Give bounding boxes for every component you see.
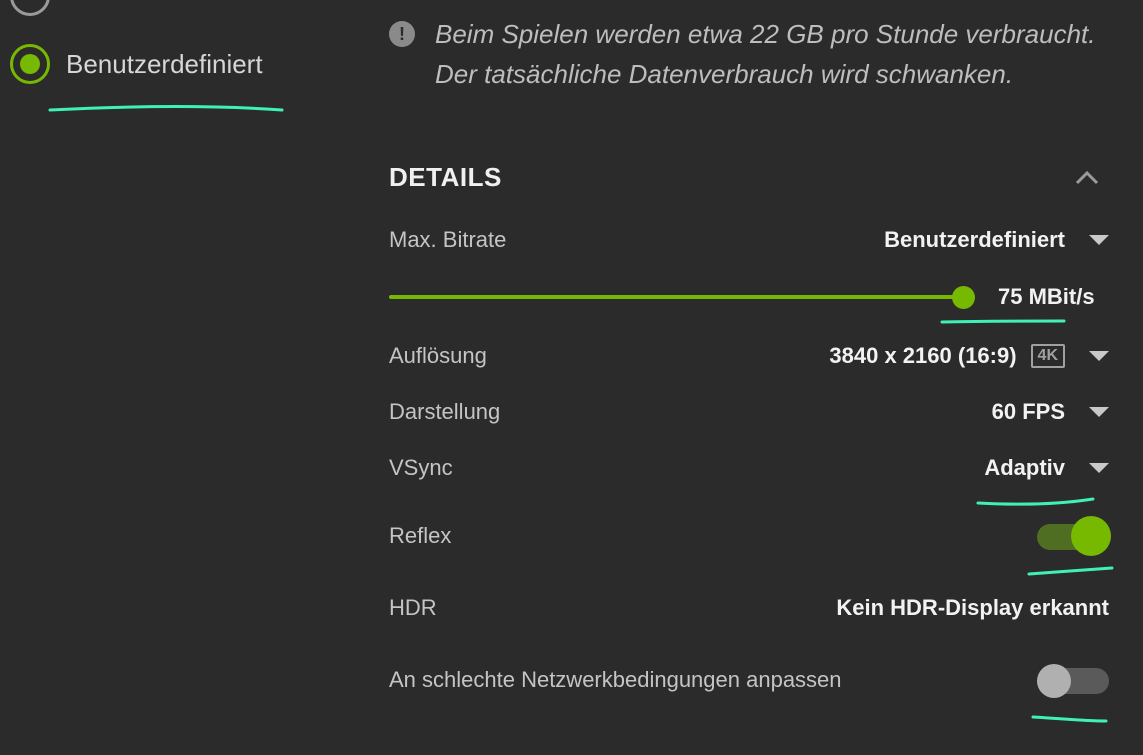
toggle-knob bbox=[1071, 516, 1111, 556]
max-bitrate-dropdown[interactable]: Benutzerdefiniert bbox=[884, 227, 1109, 253]
annotation-underline bbox=[940, 319, 1066, 324]
hdr-row: HDR Kein HDR-Display erkannt bbox=[389, 588, 1109, 628]
resolution-dropdown[interactable]: 3840 x 2160 (16:9) 4K bbox=[829, 343, 1109, 369]
data-usage-text: Beim Spielen werden etwa 22 GB pro Stund… bbox=[435, 19, 1096, 89]
resolution-value: 3840 x 2160 (16:9) bbox=[829, 343, 1017, 368]
slider-track[interactable] bbox=[389, 295, 964, 299]
annotation-underline bbox=[976, 497, 1095, 506]
radio-option-label: Benutzerdefiniert bbox=[66, 48, 263, 79]
radio-dot bbox=[20, 54, 40, 74]
resolution-row: Auflösung 3840 x 2160 (16:9) 4K bbox=[389, 336, 1109, 376]
toggle-knob bbox=[1037, 664, 1071, 698]
exclamation-icon: ! bbox=[389, 21, 415, 47]
annotation-underline bbox=[48, 105, 284, 112]
framerate-row: Darstellung 60 FPS bbox=[389, 392, 1109, 432]
reflex-toggle[interactable] bbox=[1037, 516, 1111, 556]
chevron-down-icon bbox=[1089, 463, 1109, 473]
max-bitrate-row: Max. Bitrate Benutzerdefiniert bbox=[389, 220, 1109, 260]
network-label: An schlechte Netzwerkbedingungen anpasse… bbox=[389, 667, 842, 692]
hdr-label: HDR bbox=[389, 595, 437, 620]
vsync-row: VSync Adaptiv bbox=[389, 448, 1109, 488]
vsync-label: VSync bbox=[389, 455, 453, 480]
data-usage-info: ! Beim Spielen werden etwa 22 GB pro Stu… bbox=[389, 14, 1109, 94]
quality-options-column: Benutzerdefiniert bbox=[0, 0, 360, 755]
section-title-details: DETAILS bbox=[389, 162, 502, 192]
max-bitrate-label: Max. Bitrate bbox=[389, 227, 507, 252]
chevron-down-icon bbox=[1089, 407, 1109, 417]
max-bitrate-value: Benutzerdefiniert bbox=[884, 227, 1065, 252]
framerate-label: Darstellung bbox=[389, 399, 501, 424]
network-row: An schlechte Netzwerkbedingungen anpasse… bbox=[389, 660, 1109, 700]
radio-button-checked[interactable] bbox=[10, 44, 50, 84]
radio-option-custom[interactable]: Benutzerdefiniert bbox=[10, 44, 263, 84]
slider-handle[interactable] bbox=[952, 286, 975, 309]
streaming-settings-page: Benutzerdefiniert ! Beim Spielen werden … bbox=[0, 0, 1143, 755]
hdr-status: Kein HDR-Display erkannt bbox=[836, 595, 1109, 620]
bitrate-slider[interactable]: 75 MBit/s bbox=[389, 277, 1109, 317]
chevron-up-icon[interactable] bbox=[1075, 170, 1099, 186]
annotation-underline bbox=[1031, 715, 1108, 723]
network-toggle[interactable] bbox=[1037, 664, 1109, 698]
chevron-down-icon bbox=[1089, 351, 1109, 361]
chevron-down-icon bbox=[1089, 235, 1109, 245]
vsync-value: Adaptiv bbox=[984, 455, 1065, 480]
reflex-row: Reflex bbox=[389, 516, 1111, 556]
4k-badge: 4K bbox=[1030, 344, 1065, 368]
reflex-label: Reflex bbox=[389, 523, 452, 548]
radio-option-above-unchecked[interactable] bbox=[10, 0, 50, 16]
vsync-dropdown[interactable]: Adaptiv bbox=[984, 455, 1109, 481]
bitrate-value: 75 MBit/s bbox=[998, 284, 1095, 309]
framerate-dropdown[interactable]: 60 FPS bbox=[992, 399, 1109, 425]
resolution-label: Auflösung bbox=[389, 343, 487, 368]
annotation-underline bbox=[1027, 566, 1114, 576]
framerate-value: 60 FPS bbox=[991, 399, 1065, 424]
